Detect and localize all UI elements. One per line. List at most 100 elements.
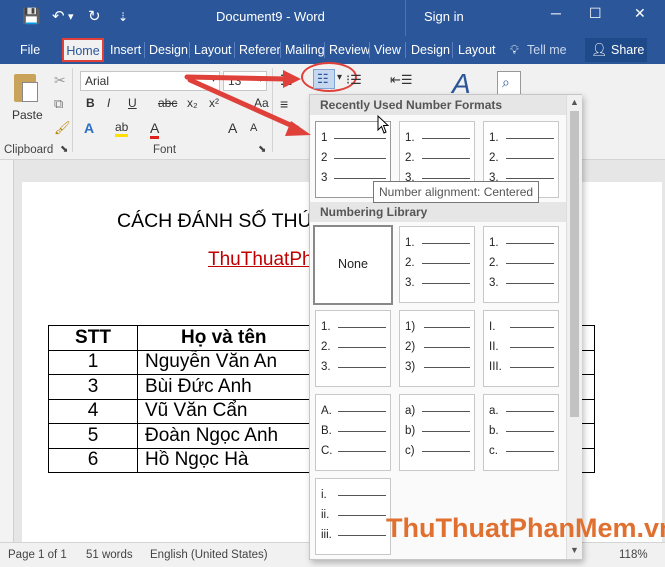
scrollbar-thumb[interactable] bbox=[570, 111, 579, 417]
list-number: 2. bbox=[489, 257, 499, 269]
paste-icon[interactable] bbox=[10, 70, 42, 106]
table-cell[interactable]: 3 bbox=[48, 374, 138, 400]
scroll-down-icon[interactable]: ▼ bbox=[570, 545, 579, 555]
table-cell[interactable]: 5 bbox=[48, 423, 138, 449]
font-launcher-icon[interactable]: ⬊ bbox=[258, 144, 266, 155]
watermark-logo: ThuThuatPhanMem.vn bbox=[386, 513, 665, 543]
tab-insert[interactable]: Insert bbox=[110, 43, 141, 57]
list-number: 1. bbox=[405, 132, 415, 144]
restore-icon[interactable]: ☐ bbox=[589, 5, 602, 22]
decrease-indent-icon[interactable]: ⇤☰ bbox=[390, 72, 413, 88]
language-status[interactable]: English (United States) bbox=[150, 549, 268, 561]
font-size-box[interactable]: 13 ▾ bbox=[223, 71, 267, 91]
clipboard-group-label: Clipboard bbox=[4, 144, 54, 156]
list-number: c. bbox=[489, 445, 498, 457]
list-number: 2) bbox=[405, 341, 416, 353]
tab-home[interactable]: Home bbox=[62, 38, 104, 62]
tab-mailings[interactable]: Mailing bbox=[285, 43, 325, 57]
superscript-button[interactable]: x² bbox=[209, 96, 219, 110]
list-number: 1) bbox=[405, 321, 416, 333]
numbering-button[interactable]: ☷ bbox=[313, 69, 335, 89]
table-cell[interactable]: 6 bbox=[48, 447, 138, 473]
bullets-icon[interactable]: ☰ bbox=[280, 72, 293, 89]
save-icon[interactable]: 💾 bbox=[22, 8, 41, 26]
tab-table-design[interactable]: Design bbox=[411, 43, 450, 57]
list-number: B. bbox=[321, 425, 332, 437]
gallery-scrollbar[interactable]: ▲ ▼ bbox=[566, 95, 582, 559]
undo-icon[interactable]: ↶ bbox=[52, 8, 65, 26]
document-subtitle-link[interactable]: ThuThuatPh bbox=[208, 249, 313, 271]
font-name-value: Arial bbox=[85, 74, 110, 88]
tab-layout[interactable]: Layout bbox=[194, 43, 232, 57]
chevron-down-icon[interactable]: ▾ bbox=[258, 74, 263, 85]
tab-view[interactable]: View bbox=[374, 43, 401, 57]
tell-me-input[interactable]: Tell me bbox=[527, 43, 567, 57]
numbering-format-option[interactable]: A. B. C. bbox=[315, 394, 391, 471]
list-number: C. bbox=[321, 445, 333, 457]
grow-font-button[interactable]: A bbox=[228, 120, 237, 136]
list-number: I. bbox=[489, 321, 496, 333]
copy-icon[interactable]: ⧉ bbox=[54, 96, 63, 112]
minimize-icon[interactable]: ─ bbox=[551, 5, 561, 21]
numbering-format-option[interactable]: I. II. III. bbox=[483, 310, 559, 387]
list-number: 2. bbox=[489, 152, 499, 164]
numbering-format-option[interactable]: 1. 2. 3. bbox=[483, 226, 559, 303]
close-icon[interactable]: ✕ bbox=[634, 5, 646, 22]
table-cell[interactable]: 1 bbox=[48, 349, 138, 375]
list-number: ii. bbox=[321, 509, 330, 521]
numbering-format-option[interactable]: 1. 2. 3. bbox=[399, 226, 475, 303]
font-name-box[interactable]: Arial ▾ bbox=[80, 71, 220, 91]
undo-dropdown-icon[interactable]: ▾ bbox=[68, 8, 74, 26]
tab-references[interactable]: Referer bbox=[239, 43, 281, 57]
numbering-format-option[interactable]: 1. 2. 3. bbox=[315, 310, 391, 387]
multilevel-list-icon[interactable]: ⁝☰ bbox=[346, 72, 362, 88]
subscript-button[interactable]: x₂ bbox=[187, 96, 198, 110]
align-left-icon[interactable]: ≡ bbox=[280, 96, 288, 112]
highlight-button[interactable]: ab bbox=[115, 120, 129, 137]
numbering-format-option[interactable]: a) b) c) bbox=[399, 394, 475, 471]
list-number: 2 bbox=[321, 152, 328, 164]
numbering-format-option[interactable]: a. b. c. bbox=[483, 394, 559, 471]
lightbulb-icon: 💡︎ bbox=[510, 43, 519, 57]
clipboard-launcher-icon[interactable]: ⬊ bbox=[60, 144, 68, 155]
numbering-none-option[interactable]: None bbox=[313, 225, 393, 305]
strikethrough-button[interactable]: abc bbox=[158, 96, 177, 110]
paste-button[interactable]: Paste bbox=[12, 108, 43, 122]
table-header-cell[interactable]: STT bbox=[48, 325, 138, 351]
shrink-font-button[interactable]: A bbox=[250, 122, 257, 134]
text-effects-button[interactable]: A bbox=[84, 120, 94, 136]
numbering-format-option[interactable]: i. ii. iii. bbox=[315, 478, 391, 555]
list-number: 3. bbox=[405, 277, 415, 289]
cut-icon[interactable]: ✂ bbox=[54, 72, 66, 89]
tab-review[interactable]: Review bbox=[329, 43, 370, 57]
scroll-up-icon[interactable]: ▲ bbox=[570, 97, 579, 107]
find-button[interactable]: ⌕ bbox=[497, 71, 521, 95]
share-button[interactable]: 👤︎ Share bbox=[585, 38, 647, 62]
zoom-level[interactable]: 118% bbox=[619, 549, 648, 561]
vertical-ruler bbox=[0, 160, 14, 542]
change-case-button[interactable]: Aa bbox=[254, 96, 269, 110]
list-number: 2. bbox=[321, 341, 331, 353]
chevron-down-icon[interactable]: ▾ bbox=[337, 72, 342, 83]
italic-button[interactable]: I bbox=[107, 96, 110, 110]
chevron-down-icon[interactable]: ▾ bbox=[211, 74, 216, 85]
table-cell[interactable]: 4 bbox=[48, 398, 138, 424]
window-title: Document9 - Word bbox=[216, 9, 325, 24]
underline-button[interactable]: U bbox=[128, 96, 137, 110]
font-size-value: 13 bbox=[228, 74, 242, 88]
sign-in-link[interactable]: Sign in bbox=[424, 9, 464, 24]
font-color-button[interactable]: A bbox=[150, 120, 160, 139]
format-painter-icon[interactable]: 🖌︎ bbox=[54, 120, 71, 136]
numbering-format-option[interactable]: 1) 2) 3) bbox=[399, 310, 475, 387]
customize-qat-icon[interactable]: ⇣ bbox=[118, 8, 128, 26]
tab-design[interactable]: Design bbox=[149, 43, 188, 57]
tooltip: Number alignment: Centered bbox=[373, 181, 540, 203]
numbering-icon: ☷ bbox=[317, 71, 329, 86]
list-number: i. bbox=[321, 489, 327, 501]
word-count[interactable]: 51 words bbox=[86, 549, 133, 561]
bold-button[interactable]: B bbox=[86, 96, 95, 110]
page-count[interactable]: Page 1 of 1 bbox=[8, 549, 67, 561]
tab-file[interactable]: File bbox=[20, 43, 40, 57]
redo-icon[interactable]: ↻ bbox=[88, 8, 101, 26]
tab-table-layout[interactable]: Layout bbox=[458, 43, 496, 57]
